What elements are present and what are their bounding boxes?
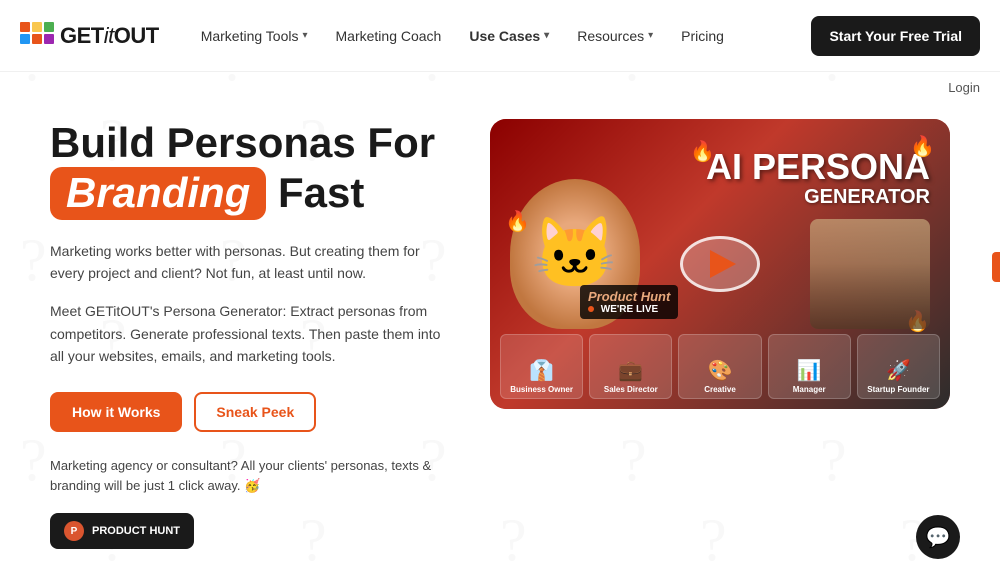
- logo-wordmark: GETitOUT: [60, 23, 159, 49]
- navbar: GETitOUT Marketing Tools ▾ Marketing Coa…: [0, 0, 1000, 72]
- hero-title-highlight: Branding: [50, 167, 266, 219]
- play-button[interactable]: [680, 236, 760, 292]
- thumb-sales-director: 💼 Sales Director: [589, 334, 672, 399]
- thumb-creative: 🎨 Creative: [678, 334, 761, 399]
- login-row: Login: [0, 72, 1000, 99]
- producthunt-icon: P: [64, 521, 84, 541]
- hero-section: Build Personas For Branding Fast Marketi…: [0, 99, 1000, 569]
- chevron-down-icon-resources: ▾: [648, 30, 653, 41]
- chat-icon: 💬: [926, 525, 951, 550]
- nav-use-cases[interactable]: Use Cases ▾: [457, 20, 561, 52]
- flame-icon-1: 🔥: [690, 139, 715, 164]
- hero-left: Build Personas For Branding Fast Marketi…: [50, 119, 450, 549]
- chevron-down-icon: ▾: [302, 30, 307, 41]
- video-ai-label: AI PERSONA: [706, 149, 930, 185]
- nav-resources[interactable]: Resources ▾: [565, 20, 665, 52]
- hero-buttons: How it Works Sneak Peek: [50, 392, 450, 432]
- nav-pricing[interactable]: Pricing: [669, 20, 736, 52]
- hero-title: Build Personas For Branding Fast: [50, 119, 450, 220]
- nav-marketing-coach[interactable]: Marketing Coach: [324, 20, 454, 52]
- sneak-peek-button[interactable]: Sneak Peek: [194, 392, 316, 432]
- nav-marketing-tools[interactable]: Marketing Tools ▾: [189, 20, 320, 52]
- video-thumbnails: 👔 Business Owner 💼 Sales Director 🎨 Crea…: [500, 334, 940, 399]
- play-icon: [710, 250, 736, 278]
- hero-title-part2: Fast: [278, 169, 364, 216]
- live-indicator-dot: [588, 306, 594, 312]
- producthunt-label: PRODUCT HUNT: [92, 525, 180, 537]
- hero-agency-text: Marketing agency or consultant? All your…: [50, 456, 450, 498]
- thumb-manager: 📊 Manager: [768, 334, 851, 399]
- ph-live-badge: Product Hunt WE'RE LIVE: [580, 285, 678, 319]
- nav-right: Start Your Free Trial: [811, 16, 980, 56]
- chat-bubble-button[interactable]: 💬: [916, 515, 960, 559]
- hero-description-1: Marketing works better with personas. Bu…: [50, 240, 450, 285]
- video-container[interactable]: 🐱 AI PERSONA GENERATOR Product Hunt WE'R…: [490, 119, 950, 409]
- woman-image: [810, 219, 930, 329]
- hero-description-2: Meet GETitOUT's Persona Generator: Extra…: [50, 300, 450, 367]
- thumb-business-owner: 👔 Business Owner: [500, 334, 583, 399]
- flame-icon-2: 🔥: [910, 134, 935, 159]
- login-link[interactable]: Login: [948, 80, 980, 95]
- producthunt-badge[interactable]: P PRODUCT HUNT: [50, 513, 194, 549]
- thumb-startup-founder: 🚀 Startup Founder: [857, 334, 940, 399]
- hero-title-part1: Build Personas For: [50, 119, 435, 166]
- how-it-works-button[interactable]: How it Works: [50, 392, 182, 432]
- trial-button[interactable]: Start Your Free Trial: [811, 16, 980, 56]
- cat-emoji: 🐱: [531, 213, 618, 295]
- flame-icon-3: 🔥: [505, 209, 530, 234]
- video-generator-label: GENERATOR: [706, 185, 930, 209]
- video-title-text: AI PERSONA GENERATOR: [706, 149, 930, 209]
- chevron-down-icon-use-cases: ▾: [544, 30, 549, 41]
- hero-right: 🐱 AI PERSONA GENERATOR Product Hunt WE'R…: [490, 119, 950, 549]
- live-label: WE'RE LIVE: [601, 304, 658, 315]
- logo[interactable]: GETitOUT: [20, 22, 159, 50]
- nav-links: Marketing Tools ▾ Marketing Coach Use Ca…: [189, 20, 812, 52]
